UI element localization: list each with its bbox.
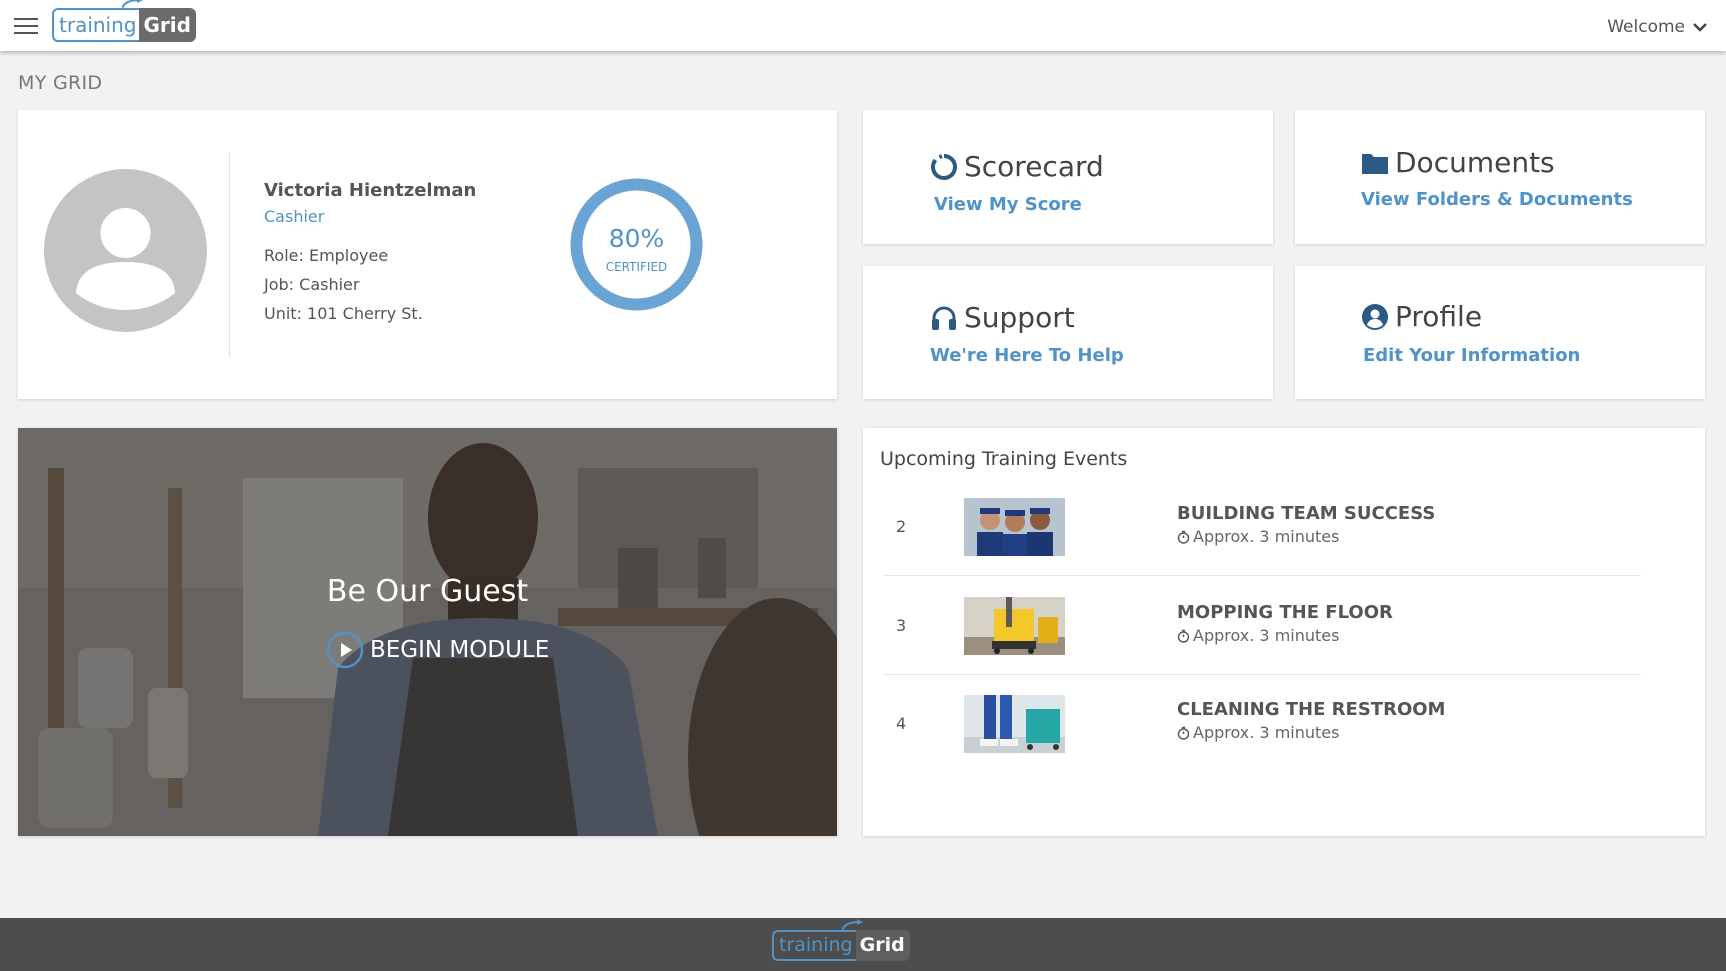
edit-your-information-link[interactable]: Edit Your Information [1363,345,1580,366]
event-row[interactable]: 4 CLEANING THE RESTROOM Approx. 3 minute… [883,674,1641,772]
play-circle-icon [326,631,364,669]
event-row[interactable]: 2 BUILDING TEAM SUCCESS Approx. 3 minute… [883,477,1641,576]
footer: training Grid [0,918,1726,971]
scorecard-title-text: Scorecard [964,150,1104,183]
welcome-label: Welcome [1607,17,1685,37]
headset-icon [932,306,956,330]
event-number: 2 [896,517,907,536]
support-title-text: Support [964,301,1075,334]
begin-module-label: BEGIN MODULE [370,637,550,663]
hamburger-icon[interactable] [14,18,38,34]
view-my-score-link[interactable]: View My Score [934,194,1082,215]
logo-grid-text: Grid [139,8,196,42]
scorecard-tile[interactable]: Scorecard View My Score [863,110,1273,244]
scorecard-icon [931,153,957,180]
support-tile[interactable]: Support We're Here To Help [863,266,1273,399]
profile-name: Victoria Hientzelman [264,180,477,201]
certified-percent: 80% [608,224,665,253]
event-duration-text: Approx. 3 minutes [1193,723,1340,742]
view-folders-documents-link[interactable]: View Folders & Documents [1361,189,1633,210]
event-number: 4 [896,714,907,733]
event-duration-text: Approx. 3 minutes [1193,527,1340,546]
footer-logo-grid-text: Grid [855,930,910,961]
event-duration-text: Approx. 3 minutes [1193,626,1340,645]
profile-job: Job: Cashier [264,275,360,294]
footer-training-grid-logo: training Grid [772,919,910,961]
top-navbar: training Grid Welcome [0,0,1726,51]
upcoming-training-events-panel: Upcoming Training Events 2 BUILDING TEAM… [863,428,1705,836]
documents-title: Documents [1361,146,1555,179]
profile-role: Role: Employee [264,246,389,265]
event-name: BUILDING TEAM SUCCESS [1177,503,1436,524]
documents-title-text: Documents [1395,146,1555,179]
event-duration: Approx. 3 minutes [1177,626,1339,645]
event-thumbnail-image [964,498,1065,556]
event-name: MOPPING THE FLOOR [1177,602,1393,623]
profile-unit: Unit: 101 Cherry St. [264,304,423,323]
event-name: CLEANING THE RESTROOM [1177,699,1446,720]
stopwatch-icon [1177,726,1190,740]
documents-tile[interactable]: Documents View Folders & Documents [1295,110,1705,244]
event-number: 3 [896,616,907,635]
logo-arrow-icon [122,0,143,10]
event-duration: Approx. 3 minutes [1177,723,1339,742]
profile-title-text: Profile [1395,300,1483,333]
footer-logo-training-text: training [772,930,856,961]
logo-training-text: training [52,8,140,42]
profile-title: Profile [1361,300,1482,333]
were-here-to-help-link[interactable]: We're Here To Help [930,345,1124,366]
events-heading: Upcoming Training Events [880,448,1128,470]
profile-card: Victoria Hientzelman Cashier Role: Emplo… [18,110,837,399]
support-title: Support [930,301,1075,334]
featured-module-banner[interactable]: Be Our Guest BEGIN MODULE [18,428,837,836]
module-title: Be Our Guest [326,574,529,609]
stopwatch-icon [1177,629,1190,643]
welcome-menu[interactable]: Welcome [1607,17,1707,37]
folder-icon [1362,153,1388,174]
training-grid-logo[interactable]: training Grid [52,0,196,42]
profile-job-title: Cashier [264,207,325,226]
user-circle-icon [1362,303,1388,330]
event-thumbnail-image [964,597,1065,655]
profile-tile[interactable]: Profile Edit Your Information [1295,266,1705,399]
begin-module-button[interactable]: BEGIN MODULE [326,631,549,669]
footer-logo-arrow-icon [842,919,863,932]
user-avatar-icon [44,169,207,332]
scorecard-title: Scorecard [930,150,1104,183]
event-duration: Approx. 3 minutes [1177,527,1339,546]
stopwatch-icon [1177,530,1190,544]
event-thumbnail-image [964,695,1065,753]
vertical-divider [229,152,230,358]
chevron-down-icon [1693,23,1707,32]
page-title: MY GRID [18,72,103,94]
certified-label: CERTIFIED [605,260,668,274]
event-row[interactable]: 3 MOPPING THE FLOOR Approx. 3 minutes [883,576,1641,675]
